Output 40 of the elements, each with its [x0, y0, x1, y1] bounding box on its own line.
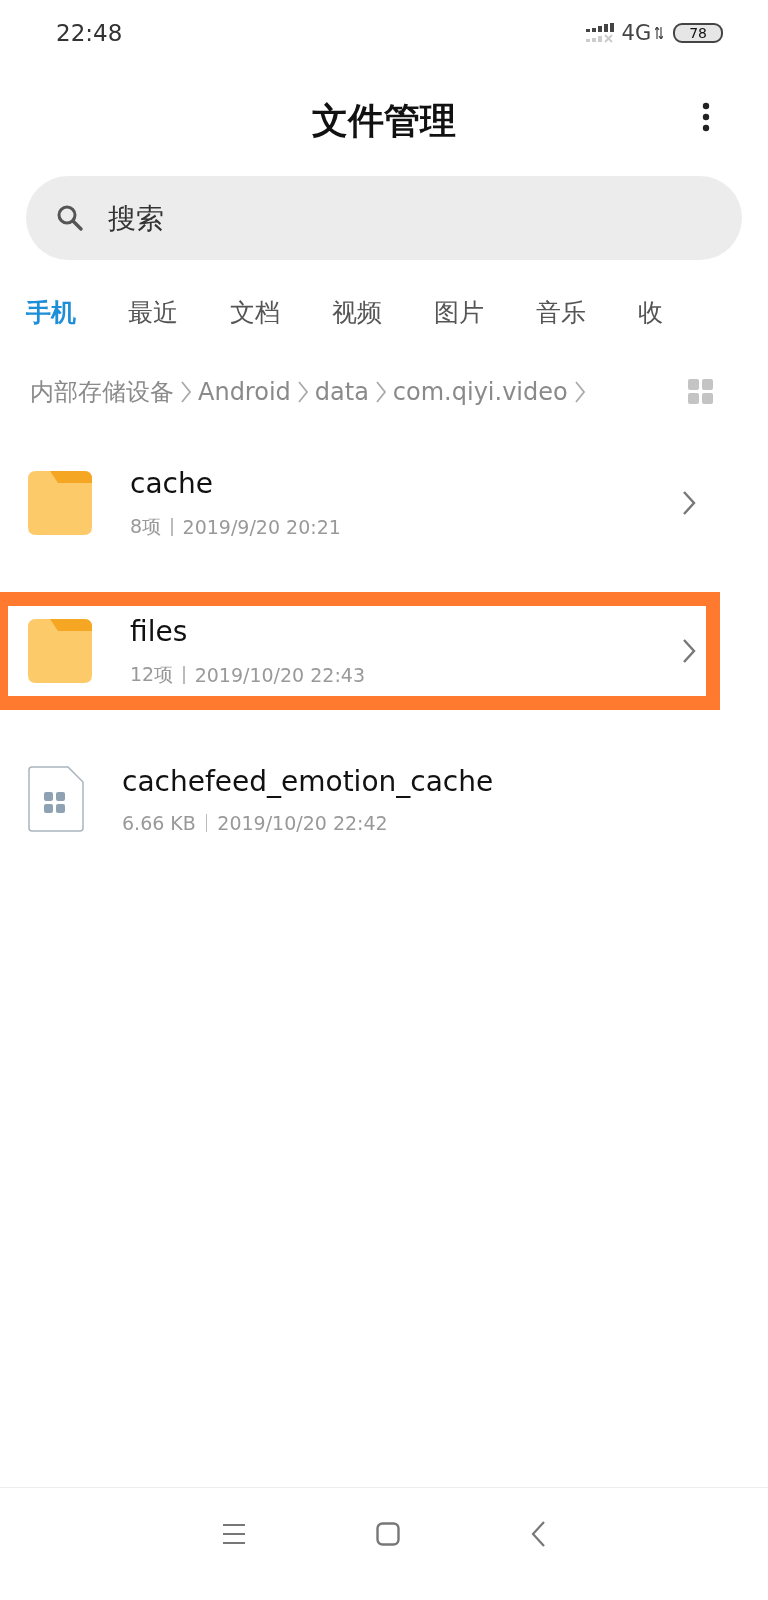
- file-icon: [28, 766, 84, 832]
- status-time: 22:48: [56, 20, 123, 46]
- search-icon: [56, 204, 84, 232]
- file-row[interactable]: cache 8项 2019/9/20 20:21: [0, 444, 720, 562]
- chevron-icon: [682, 638, 696, 664]
- page-title: 文件管理: [312, 98, 456, 143]
- more-options-icon[interactable]: [702, 102, 710, 132]
- file-size: 6.66 KB: [122, 811, 196, 834]
- file-row[interactable]: cachefeed_emotion_cache 6.66 KB 2019/10/20 22:42: [0, 740, 720, 858]
- chevron-icon: [573, 380, 586, 404]
- highlighted-file-row[interactable]: files 12项 2019/10/20 22:43: [0, 592, 720, 710]
- category-tab[interactable]: 最近: [128, 295, 178, 329]
- file-name: files: [130, 614, 189, 648]
- menu-icon[interactable]: [222, 1523, 246, 1545]
- back-icon[interactable]: [530, 1520, 546, 1548]
- category-tab[interactable]: 视频: [332, 295, 382, 329]
- file-date: 2019/9/20 20:21: [182, 515, 341, 538]
- chevron-icon: [374, 380, 387, 404]
- category-tab[interactable]: 收: [638, 295, 663, 329]
- signal-icon: [585, 23, 614, 43]
- file-date: 2019/10/20 22:43: [194, 663, 365, 686]
- category-tab[interactable]: 文档: [230, 295, 280, 329]
- file-date: 2019/10/20 22:42: [217, 811, 388, 834]
- file-name: cachefeed_emotion_cache: [122, 764, 495, 798]
- file-name: cache: [130, 466, 214, 500]
- folder-icon: [28, 619, 92, 683]
- chevron-icon: [296, 380, 309, 404]
- category-tab[interactable]: 图片: [434, 295, 484, 329]
- folder-icon: [28, 471, 92, 535]
- file-size: 8项: [130, 513, 162, 539]
- chevron-icon: [180, 380, 192, 404]
- chevron-icon: [682, 490, 696, 516]
- category-tab[interactable]: 音乐: [536, 295, 586, 329]
- category-tab[interactable]: 手机: [26, 295, 76, 329]
- file-size: 12项: [130, 661, 174, 687]
- network-label: 4G: [621, 21, 652, 45]
- search-field[interactable]: 搜索: [26, 176, 742, 260]
- data-arrows-icon: [655, 27, 664, 39]
- battery-indicator: 78: [673, 23, 723, 43]
- home-icon[interactable]: [376, 1522, 400, 1546]
